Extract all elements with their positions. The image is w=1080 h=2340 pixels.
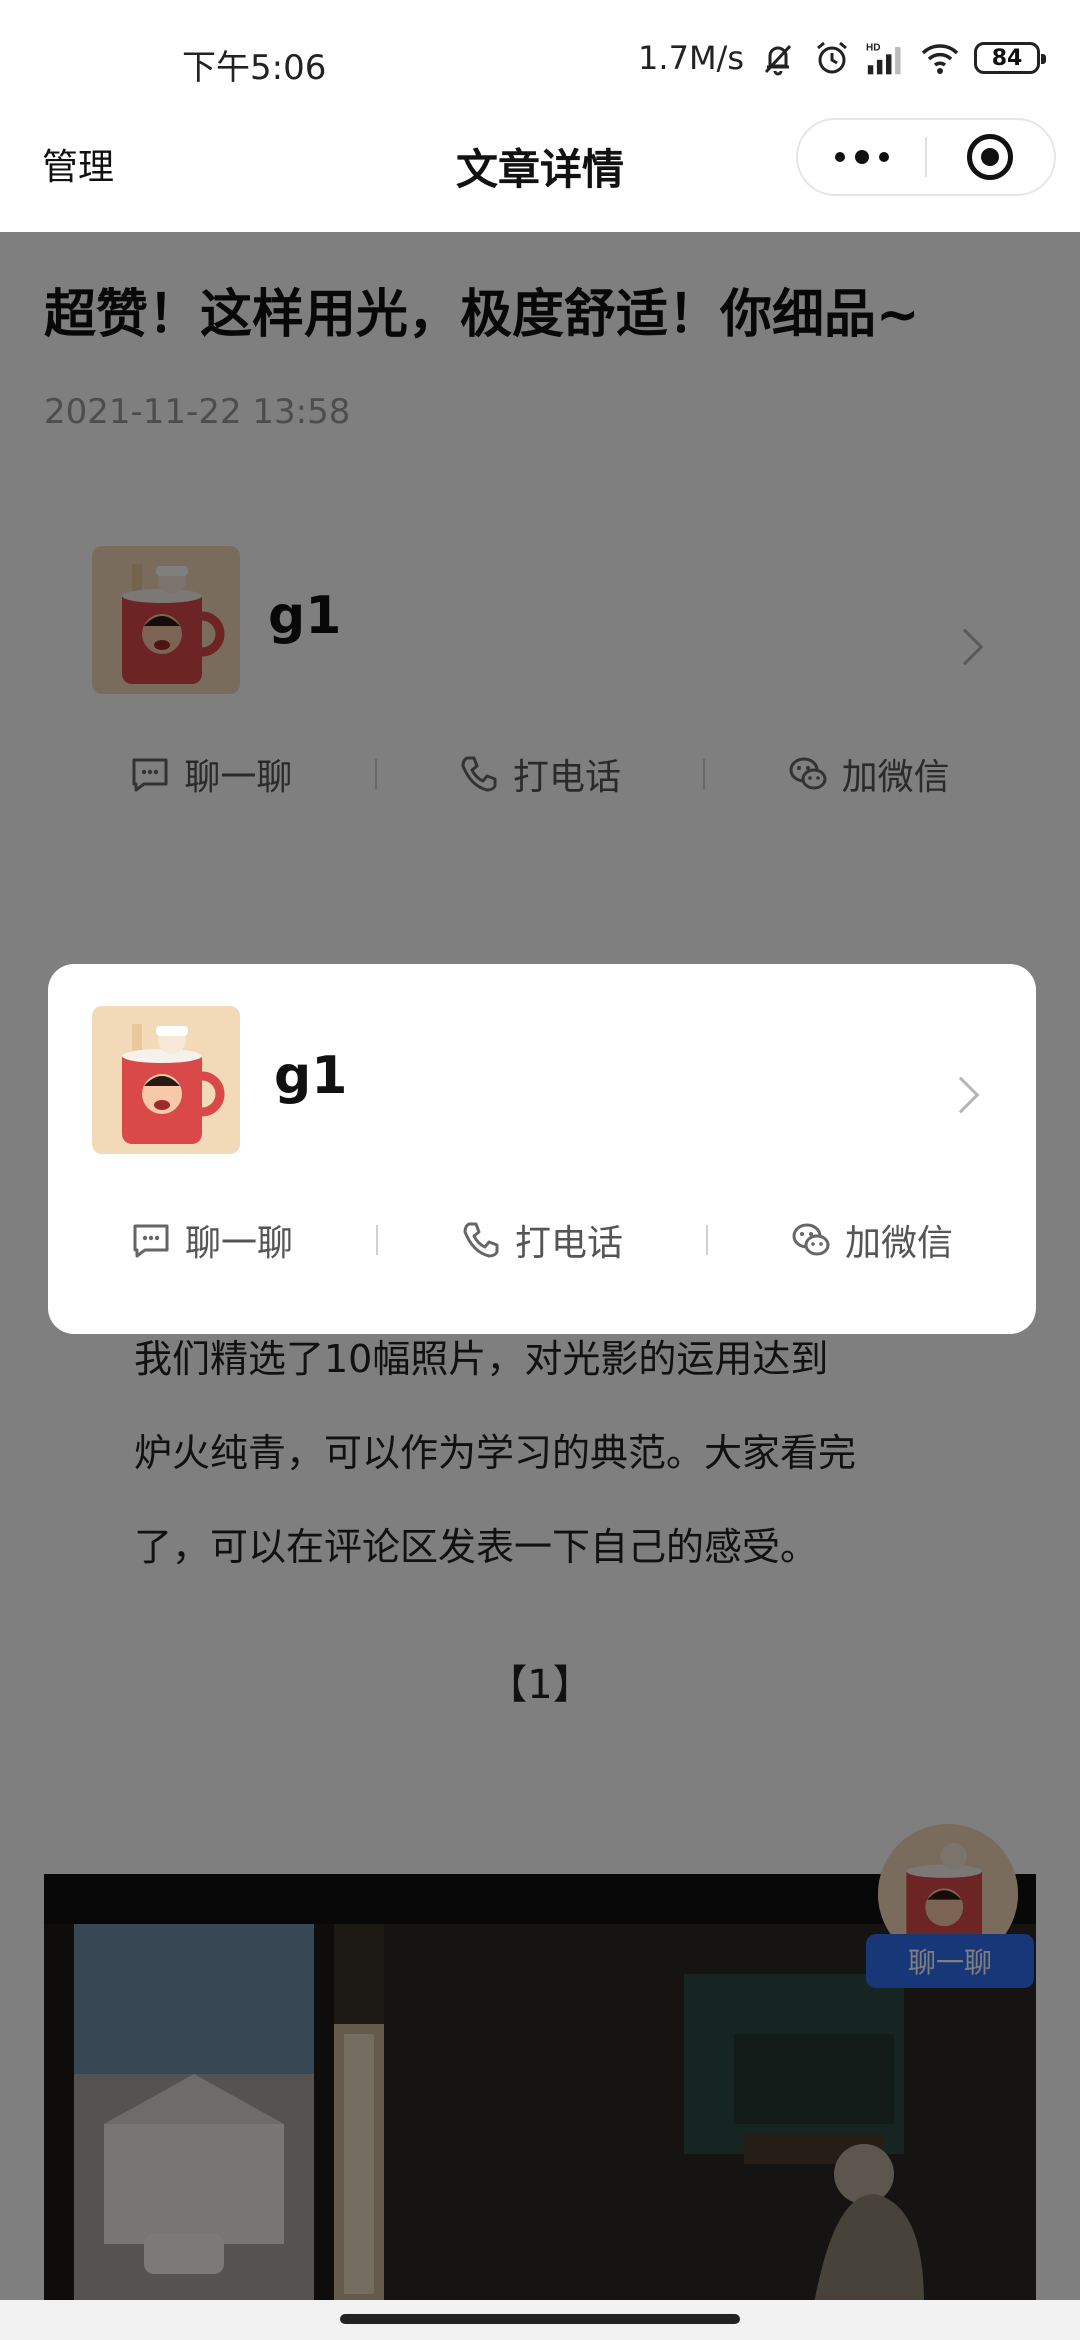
more-icon-dot — [834, 152, 845, 162]
avatar — [92, 1006, 240, 1154]
popup-contact-actions: 聊一聊 打电话 加微信 — [48, 1210, 1036, 1270]
nav-bar: 管理 文章详情 — [0, 118, 1080, 232]
more-icon-dot — [854, 150, 869, 164]
home-indicator[interactable] — [340, 2314, 740, 2324]
wechat-icon — [792, 1223, 830, 1256]
popup-author-name: g1 — [274, 1046, 348, 1106]
network-speed: 1.7M/s — [638, 39, 744, 77]
chat-icon — [133, 1224, 169, 1258]
add-wechat-button[interactable]: 加微信 — [708, 1214, 1036, 1266]
battery-icon: 84 — [974, 42, 1046, 74]
mute-bell-icon — [764, 44, 792, 76]
signal-hd-label: HD — [866, 43, 880, 54]
phone-icon — [463, 1222, 499, 1258]
mini-program-capsule — [796, 118, 1056, 196]
battery-level: 84 — [991, 45, 1023, 71]
home-bar — [0, 2300, 1080, 2340]
close-target-icon — [967, 134, 1014, 180]
wifi-icon — [921, 44, 959, 74]
alarm-icon — [817, 41, 847, 74]
chat-button[interactable]: 聊一聊 — [48, 1214, 376, 1266]
chevron-right-icon — [942, 1076, 980, 1114]
call-button[interactable]: 打电话 — [378, 1214, 706, 1266]
more-button[interactable] — [798, 120, 925, 194]
signal-icon: HD — [866, 43, 901, 75]
close-button[interactable] — [927, 120, 1054, 194]
call-label: 打电话 — [514, 1223, 623, 1264]
add-wechat-label: 加微信 — [844, 1223, 953, 1264]
status-icons: 1.7M/s HD 84 — [638, 36, 1046, 80]
chat-label: 聊一聊 — [184, 1223, 293, 1264]
more-icon-dot — [878, 152, 889, 162]
avatar-image — [92, 1006, 240, 1154]
status-time: 下午5:06 — [182, 48, 327, 88]
contact-popup[interactable]: g1 聊一聊 打电话 加微信 — [48, 964, 1036, 1334]
status-bar: 下午5:06 1.7M/s HD 84 — [0, 0, 1080, 118]
